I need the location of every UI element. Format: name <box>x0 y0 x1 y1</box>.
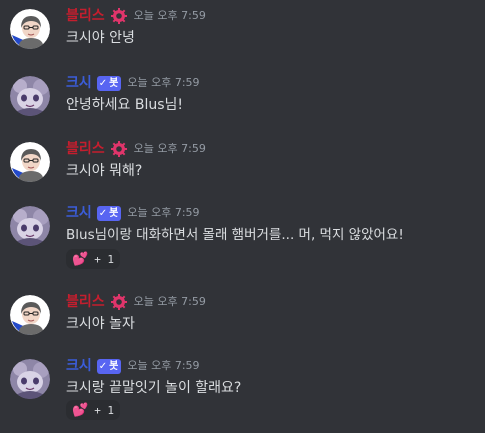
timestamp: 오늘 오후 7:59 <box>127 359 200 372</box>
timestamp: 오늘 오후 7:59 <box>133 9 206 22</box>
message-text: 안녕하세요 Blus님! <box>66 97 184 113</box>
bot-tag-label: 봇 <box>109 360 119 372</box>
gear-badge-icon[interactable] <box>110 293 128 311</box>
bot-tag-label: 봇 <box>109 207 119 219</box>
bot-tag-label: 봇 <box>109 77 119 89</box>
check-icon: ✓ <box>98 360 108 372</box>
heart-icon: 💕 <box>72 251 89 267</box>
message-header: 블리스 오늘 오후 7:59 <box>66 139 206 159</box>
bot-tag: ✓ 봇 <box>96 75 122 91</box>
bot-tag: ✓ 봇 <box>96 205 122 221</box>
message-header: 크시 ✓ 봇 오늘 오후 7:59 <box>66 356 200 376</box>
message-header: 블리스 오늘 오후 7:59 <box>66 292 206 312</box>
check-icon: ✓ <box>98 77 108 89</box>
message-text: Blus님이랑 대화하면서 몰래 햄버거를... 머, 먹지 않았어요! <box>66 227 404 243</box>
avatar-blus[interactable] <box>10 295 50 335</box>
message-header: 크시 ✓ 봇 오늘 오후 7:59 <box>66 73 200 93</box>
gear-badge-icon[interactable] <box>110 140 128 158</box>
avatar-ksi[interactable] <box>10 359 50 399</box>
username[interactable]: 크시 <box>66 203 92 223</box>
avatar-blus[interactable] <box>10 9 50 49</box>
message-text: 크시야 안녕 <box>66 30 135 46</box>
chat-message-list: 블리스 오늘 오후 7:59 크시야 안녕 크시 ✓ 봇 오늘 오후 7:59 … <box>0 0 485 433</box>
username[interactable]: 블리스 <box>66 6 105 26</box>
reaction-button[interactable]: 💕 + 1 <box>66 249 121 269</box>
avatar-blus[interactable] <box>10 142 50 182</box>
username[interactable]: 블리스 <box>66 139 105 159</box>
message-header: 크시 ✓ 봇 오늘 오후 7:59 <box>66 203 200 223</box>
timestamp: 오늘 오후 7:59 <box>127 206 200 219</box>
username[interactable]: 블리스 <box>66 292 105 312</box>
heart-icon: 💕 <box>72 402 89 418</box>
reaction-count: + 1 <box>94 403 115 417</box>
message-header: 블리스 오늘 오후 7:59 <box>66 6 206 26</box>
avatar-ksi[interactable] <box>10 76 50 116</box>
timestamp: 오늘 오후 7:59 <box>133 295 206 308</box>
message-text: 크시야 뭐해? <box>66 163 143 179</box>
timestamp: 오늘 오후 7:59 <box>127 76 200 89</box>
check-icon: ✓ <box>98 207 108 219</box>
reaction-button[interactable]: 💕 + 1 <box>66 400 121 420</box>
gear-badge-icon[interactable] <box>110 7 128 25</box>
timestamp: 오늘 오후 7:59 <box>133 142 206 155</box>
avatar-ksi[interactable] <box>10 206 50 246</box>
bot-tag: ✓ 봇 <box>96 358 122 374</box>
reaction-count: + 1 <box>94 252 115 266</box>
username[interactable]: 크시 <box>66 356 92 376</box>
message-text: 크시랑 끝말잇기 놀이 할래요? <box>66 380 242 396</box>
message-text: 크시야 놀자 <box>66 316 135 332</box>
username[interactable]: 크시 <box>66 73 92 93</box>
